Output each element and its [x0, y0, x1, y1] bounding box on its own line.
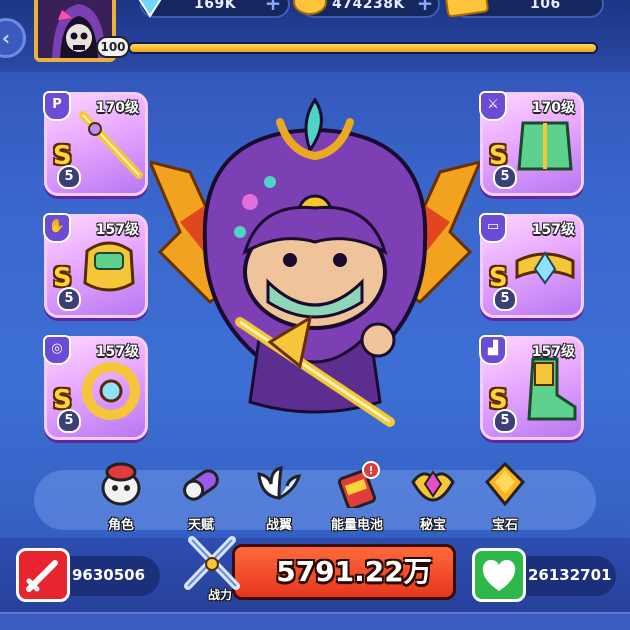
xp-bar	[128, 42, 598, 54]
heart-icon	[472, 548, 526, 602]
character-icon	[101, 462, 141, 506]
menu-label: 宝石	[491, 518, 518, 533]
add-coins-button[interactable]: +	[414, 0, 436, 16]
footer-strip	[0, 612, 630, 630]
golden-belt-icon	[515, 251, 575, 285]
gems-value: 169K	[194, 0, 237, 12]
combat-power-value: 5791.22万	[276, 555, 432, 588]
equip-slot-weapon[interactable]: P 170级 S 5	[43, 91, 148, 196]
combat-power-label: 战力	[208, 588, 233, 602]
jade-boots-icon	[527, 357, 577, 421]
equip-slot-armor[interactable]: ⚔ 170级 S 5	[479, 91, 584, 196]
menu-wings[interactable]: 战翼	[244, 460, 314, 534]
menu-label: 能量电池	[330, 518, 383, 533]
menu-gem[interactable]: 宝石	[470, 460, 540, 534]
menu-talent[interactable]: 天赋	[166, 460, 236, 534]
belt-slot-icon: ▭	[479, 213, 507, 243]
jade-armor-icon	[517, 121, 573, 171]
ticket-icon	[445, 0, 489, 18]
equip-stars: 5	[493, 409, 517, 433]
weapon-slot-icon: P	[43, 91, 71, 121]
menu-label: 秘宝	[419, 518, 446, 533]
gold-coin-icon	[293, 0, 327, 15]
add-gems-button[interactable]: +	[262, 0, 284, 16]
treasure-icon	[411, 470, 455, 502]
energy-battery-icon: !	[337, 461, 380, 511]
xp-fill	[130, 44, 596, 52]
menu-treasure[interactable]: 秘宝	[398, 460, 468, 534]
golden-amulet-icon	[82, 362, 140, 420]
menu-energy-battery[interactable]: ! 能量电池	[316, 460, 398, 534]
equip-stars: 5	[57, 165, 81, 189]
menu-label: 角色	[107, 518, 134, 533]
equip-slot-boots[interactable]: ▟ 157级 S 5	[479, 335, 584, 440]
boots-slot-icon: ▟	[479, 335, 507, 365]
equip-stars: 5	[57, 287, 81, 311]
equip-slot-necklace[interactable]: ◎ 157级 S 5	[43, 335, 148, 440]
necklace-slot-icon: ◎	[43, 335, 71, 365]
menu-character[interactable]: 角色	[86, 460, 156, 534]
coins-value: 474238K	[332, 0, 405, 12]
golden-gauntlet-icon	[83, 241, 135, 292]
attack-value: 9630506	[72, 566, 146, 584]
health-value: 26132701	[528, 566, 612, 584]
wings-icon	[257, 466, 302, 500]
gem-icon	[484, 461, 526, 507]
equip-stars: 5	[493, 287, 517, 311]
equip-slot-gloves[interactable]: ✋ 157级 S 5	[43, 213, 148, 318]
alert-badge: !	[368, 464, 373, 477]
equip-stars: 5	[57, 409, 81, 433]
crossed-swords-icon	[184, 536, 240, 590]
golden-sword-icon	[79, 111, 143, 179]
gloves-slot-icon: ✋	[43, 213, 71, 243]
menu-label: 战翼	[265, 518, 292, 533]
diamond-icon	[138, 0, 162, 18]
level-badge: 100	[96, 36, 130, 58]
hero-character[interactable]	[150, 92, 480, 432]
equip-slot-belt[interactable]: ▭ 157级 S 5	[479, 213, 584, 318]
tickets-value: 106	[530, 0, 561, 12]
armor-slot-icon: ⚔	[479, 91, 507, 121]
talent-capsule-icon	[183, 469, 219, 501]
sword-icon	[16, 548, 70, 602]
equip-stars: 5	[493, 165, 517, 189]
